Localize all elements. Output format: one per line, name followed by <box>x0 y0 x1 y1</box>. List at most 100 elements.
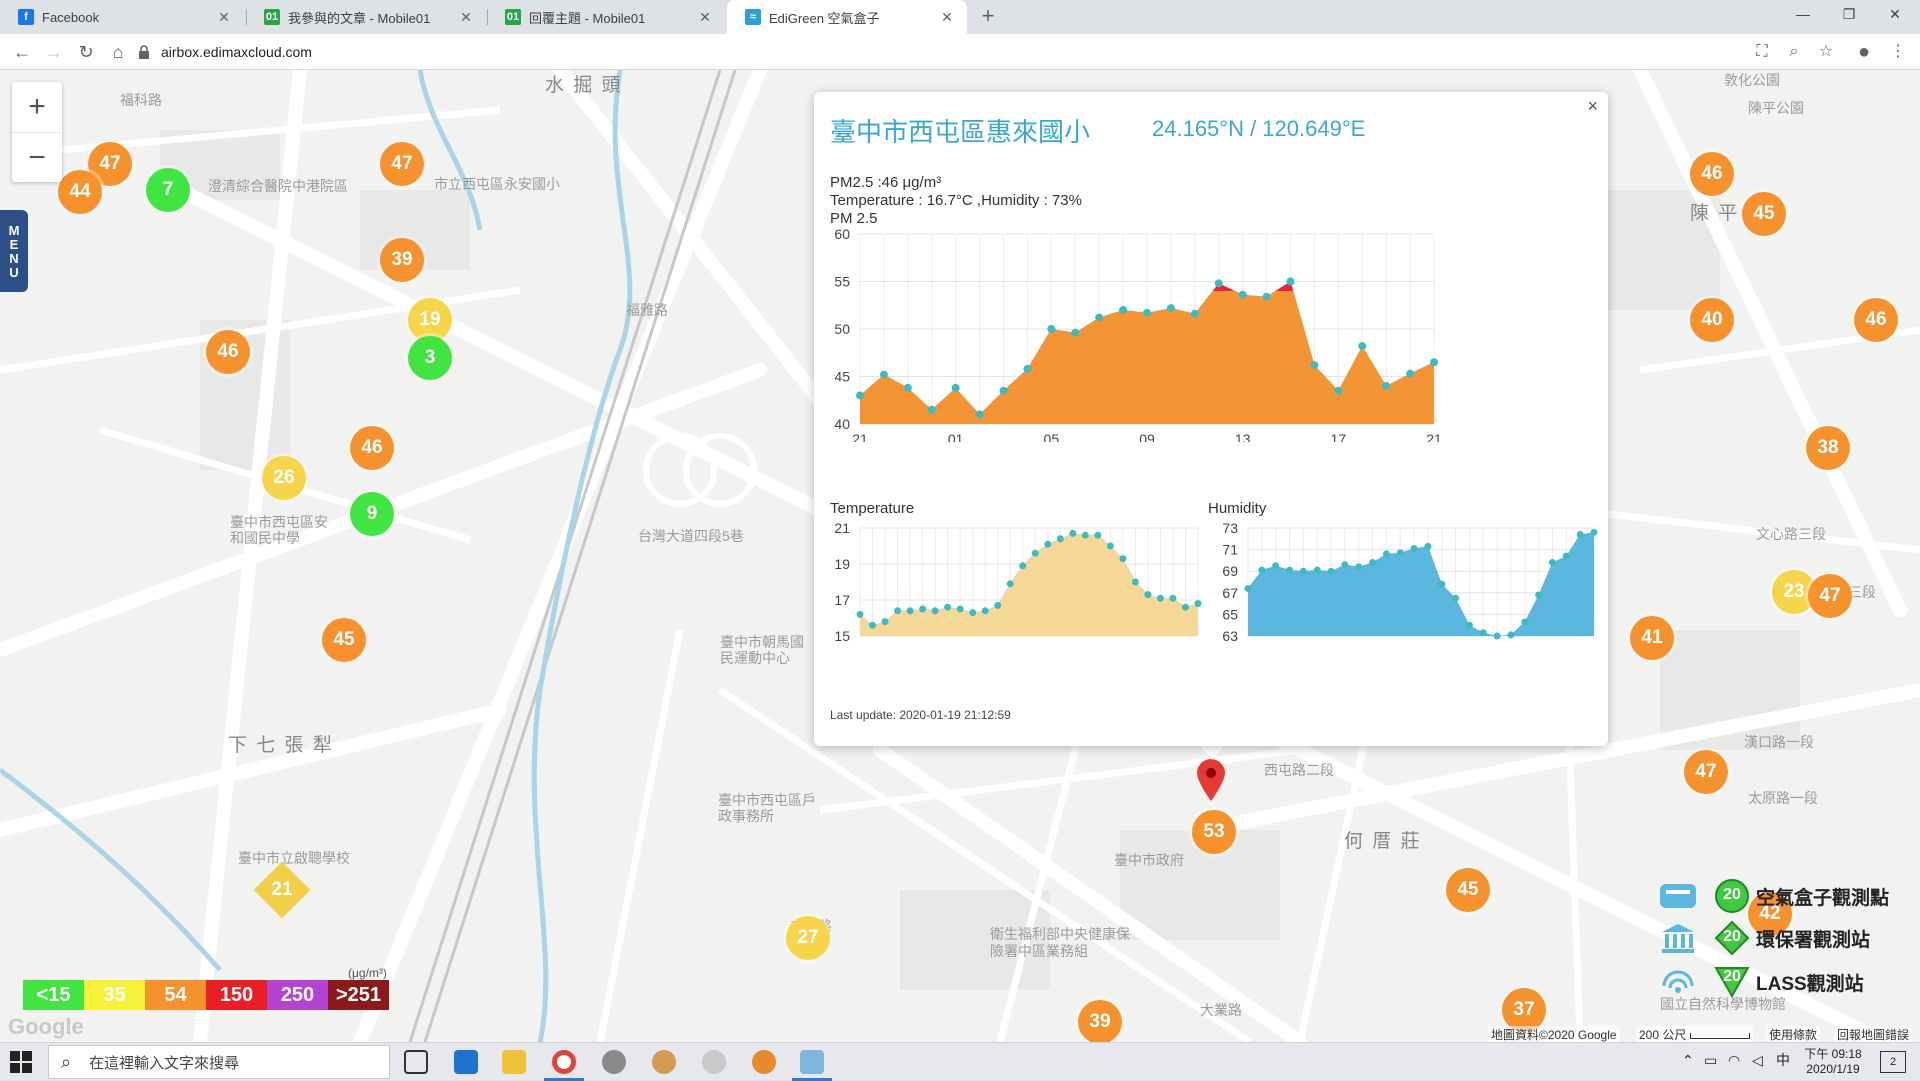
pm25-marker[interactable]: 38 <box>1806 426 1850 470</box>
close-tab-icon[interactable]: ✕ <box>216 9 232 26</box>
map-label: 福科路 <box>120 92 162 108</box>
data-point <box>1031 549 1039 557</box>
pm25-marker[interactable]: 47 <box>1808 574 1852 618</box>
data-point <box>1238 290 1247 299</box>
bookmark-star-icon[interactable]: ☆ <box>1814 40 1838 64</box>
file-explorer-icon[interactable] <box>502 1050 526 1074</box>
tray-arrow-icon[interactable]: ⌃ <box>1682 1053 1694 1068</box>
app-icon[interactable] <box>652 1050 676 1074</box>
map-canvas[interactable]: 水 掘 頭 福科路 澄清綜合醫院中港院區 市立西屯區永安國小 臺中市西屯區安和國… <box>0 70 1920 1042</box>
close-tab-icon[interactable]: ✕ <box>697 9 713 26</box>
pm25-marker[interactable]: 47 <box>380 142 424 186</box>
back-icon[interactable]: ← <box>10 40 34 64</box>
tab-edigreen[interactable]: ≈ EdiGreen 空氣盒子 ✕ <box>727 0 967 34</box>
layer-badge: 20 <box>1723 886 1741 903</box>
minimize-button[interactable]: — <box>1780 0 1826 30</box>
app-icon[interactable] <box>800 1050 824 1074</box>
ime-indicator[interactable]: 中 <box>1776 1053 1790 1068</box>
chrome-icon[interactable] <box>552 1050 576 1074</box>
map-label: 澄清綜合醫院中港院區 <box>208 178 348 194</box>
pm25-marker[interactable]: 46 <box>206 330 250 374</box>
app-icon[interactable] <box>602 1050 626 1074</box>
volume-icon[interactable]: ◁ <box>1752 1053 1763 1068</box>
pm25-marker[interactable]: 27 <box>786 916 830 960</box>
windows-start-icon[interactable] <box>10 1051 32 1073</box>
layer-epa[interactable]: 20 環保署觀測站 <box>1658 920 1870 956</box>
data-point <box>1131 578 1139 586</box>
tab-facebook[interactable]: f Facebook ✕ <box>0 0 244 34</box>
home-icon[interactable]: ⌂ <box>106 40 130 64</box>
pm25-marker[interactable]: 45 <box>1742 192 1786 236</box>
close-tab-icon[interactable]: ✕ <box>939 9 955 26</box>
data-point <box>1095 313 1104 322</box>
translate-icon[interactable]: ⛶ <box>1750 40 1774 64</box>
epa-station-marker[interactable]: 21 <box>253 861 311 919</box>
map-scale: 200 公尺 <box>1636 1026 1753 1042</box>
battery-icon[interactable]: ▭ <box>1704 1053 1717 1068</box>
wifi-icon[interactable]: ◠ <box>1728 1053 1740 1068</box>
station-coordinates: 24.165°N / 120.649°E <box>1152 116 1366 141</box>
data-point <box>1535 591 1543 599</box>
address-bar[interactable]: airbox.edimaxcloud.com <box>137 38 1777 66</box>
pm25-marker[interactable]: 46 <box>1690 152 1734 196</box>
data-point <box>1094 531 1102 539</box>
zoom-icon[interactable]: ⌕ <box>1782 40 1806 64</box>
map-label: 臺中市西屯區戶政事務所 <box>718 792 816 824</box>
menu-button[interactable]: MENU <box>0 210 28 292</box>
app-icon[interactable] <box>752 1050 776 1074</box>
search-icon: ⌕ <box>61 1052 72 1072</box>
pm25-marker[interactable]: 26 <box>262 456 306 500</box>
pm25-marker[interactable]: 41 <box>1630 616 1674 660</box>
data-point <box>951 383 960 392</box>
layer-lass[interactable]: 20 LASS觀測站 <box>1658 964 1864 1000</box>
pm25-marker[interactable]: 45 <box>1446 868 1490 912</box>
popup-close-button[interactable]: × <box>1587 96 1598 117</box>
data-point <box>1479 629 1487 637</box>
forward-icon[interactable]: → <box>42 40 66 64</box>
pm25-marker[interactable]: 45 <box>322 618 366 662</box>
legend-item: 150 <box>206 980 267 1010</box>
y-tick-label: 19 <box>834 556 850 572</box>
y-tick-label: 15 <box>834 628 850 644</box>
close-window-button[interactable]: ✕ <box>1872 0 1918 30</box>
pm25-marker[interactable]: 46 <box>1854 298 1898 342</box>
data-point <box>903 383 912 392</box>
pm25-marker[interactable]: 3 <box>408 336 452 380</box>
notification-icon[interactable]: 2 <box>1880 1051 1906 1073</box>
pm25-marker[interactable]: 44 <box>58 170 102 214</box>
data-point <box>1548 559 1556 567</box>
app-icon[interactable] <box>702 1050 726 1074</box>
close-tab-icon[interactable]: ✕ <box>458 9 474 26</box>
restore-button[interactable]: ❐ <box>1826 0 1872 30</box>
terms-link[interactable]: 使用條款 <box>1766 1026 1821 1042</box>
data-point <box>1047 325 1056 333</box>
data-point <box>1334 386 1343 395</box>
map-label: 大業路 <box>1200 1002 1242 1018</box>
zoom-in-button[interactable]: + <box>12 82 62 132</box>
menu-kebab-icon[interactable]: ⋮ <box>1886 40 1910 64</box>
pm25-marker[interactable]: 39 <box>1078 1000 1122 1042</box>
pm25-marker[interactable]: 9 <box>350 492 394 536</box>
tab-mobile01-articles[interactable]: 01 我參與的文章 - Mobile01 ✕ <box>246 0 486 34</box>
clock[interactable]: 下午 09:18 2020/1/19 <box>1800 1047 1866 1077</box>
location-pin-icon[interactable] <box>1196 758 1226 802</box>
y-tick-label: 17 <box>834 592 850 608</box>
profile-icon[interactable]: ● <box>1852 40 1876 64</box>
taskbar-search-input[interactable]: ⌕ 在這裡輸入文字來搜尋 <box>48 1045 390 1079</box>
pm25-marker[interactable]: 53 <box>1192 810 1236 854</box>
tab-mobile01-reply[interactable]: 01 回覆主題 - Mobile01 ✕ <box>487 0 725 34</box>
task-view-icon[interactable] <box>404 1050 428 1074</box>
pm25-marker[interactable]: 40 <box>1690 298 1734 342</box>
pm25-marker[interactable]: 46 <box>350 426 394 470</box>
last-update-text: Last update: 2020-01-19 21:12:59 <box>830 708 1011 722</box>
data-point <box>1382 382 1391 390</box>
zoom-out-button[interactable]: − <box>12 132 62 182</box>
pm25-marker[interactable]: 7 <box>146 168 190 212</box>
report-error-link[interactable]: 回報地圖錯誤 <box>1834 1026 1913 1042</box>
edge-browser-icon[interactable] <box>454 1050 478 1074</box>
layer-airbox[interactable]: 20 空氣盒子觀測點 <box>1658 878 1889 914</box>
pm25-marker[interactable]: 47 <box>1684 750 1728 794</box>
reload-icon[interactable]: ↻ <box>74 40 98 64</box>
pm25-marker[interactable]: 39 <box>380 238 424 282</box>
new-tab-button[interactable]: + <box>976 5 1000 29</box>
